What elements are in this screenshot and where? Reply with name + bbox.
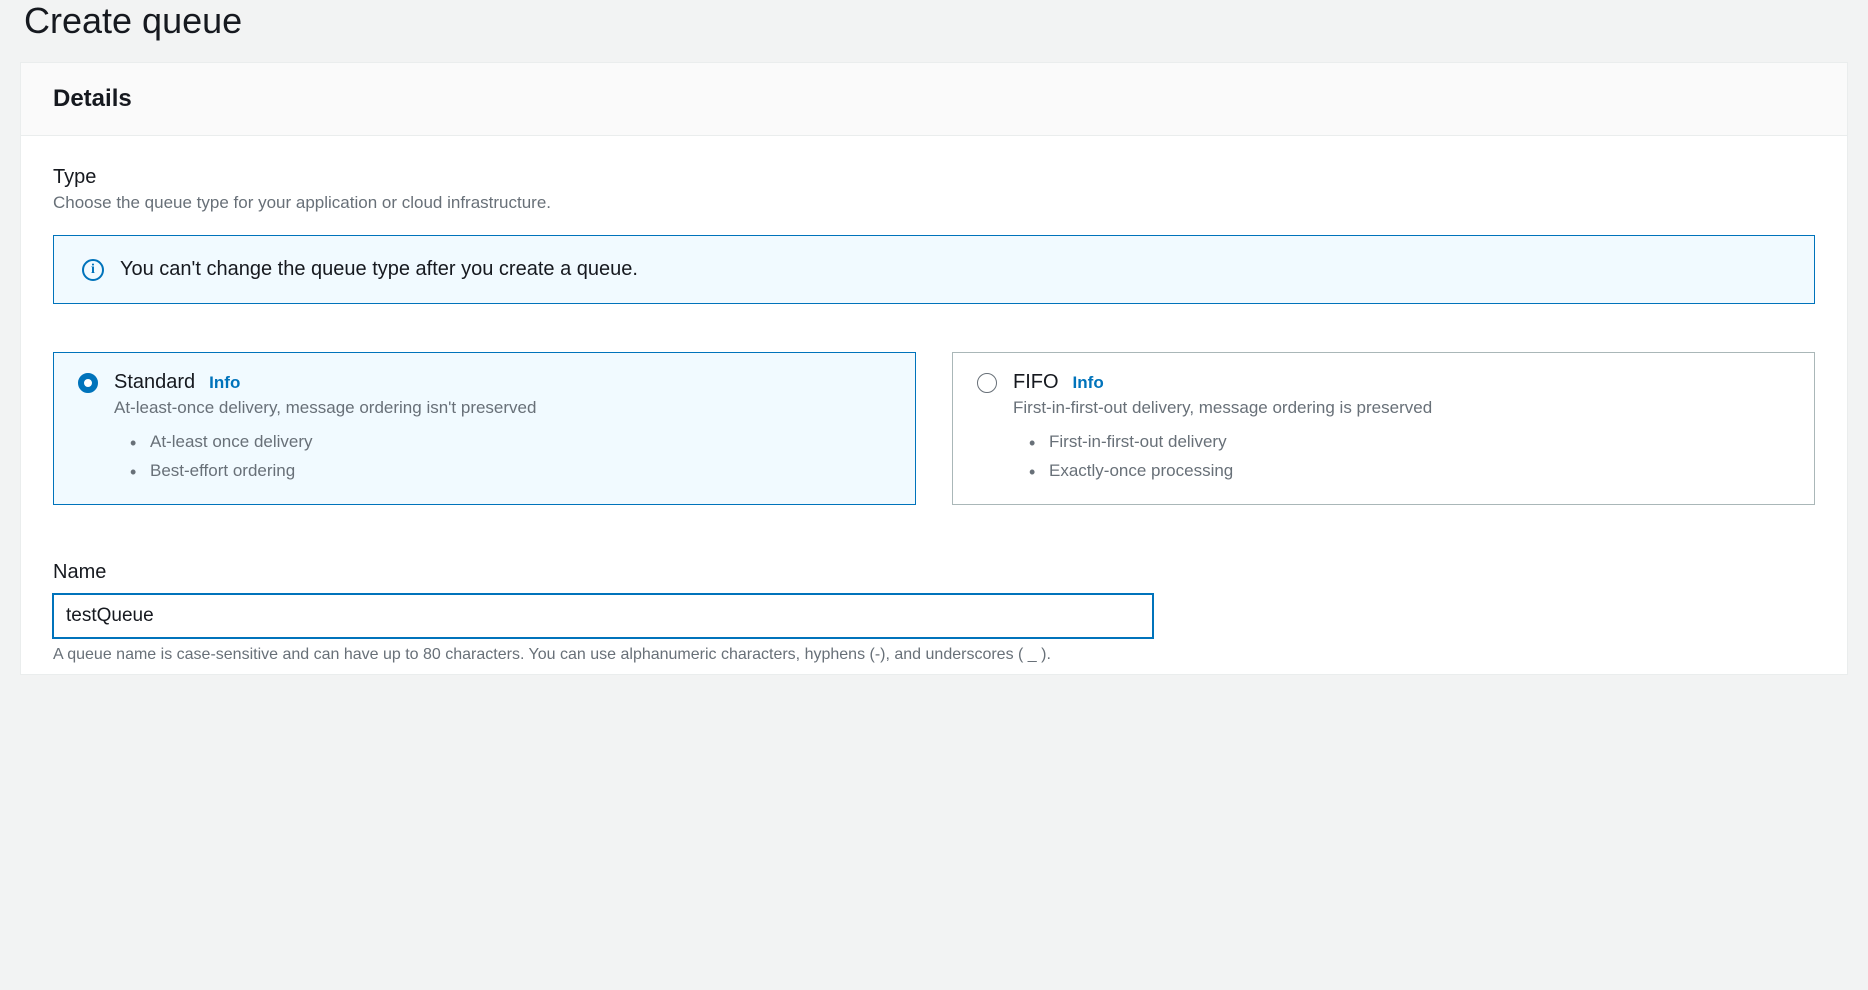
type-radio-group: Standard Info At-least-once delivery, me… [53,352,1815,505]
name-label: Name [53,561,1815,584]
type-banner-text: You can't change the queue type after yo… [120,258,638,281]
name-help-text: A queue name is case-sensitive and can h… [53,646,1815,664]
type-label: Type [53,166,1815,189]
radio-title-fifo: FIFO [1013,371,1059,394]
details-panel: Details Type Choose the queue type for y… [20,62,1848,675]
type-info-banner: i You can't change the queue type after … [53,235,1815,304]
radio-content-standard: Standard Info At-least-once delivery, me… [114,371,891,486]
info-link-fifo[interactable]: Info [1073,373,1104,393]
details-heading: Details [53,85,1815,113]
type-description: Choose the queue type for your applicati… [53,193,1815,213]
radio-card-fifo[interactable]: FIFO Info First-in-first-out delivery, m… [952,352,1815,505]
bullet-fifo-1: Exactly-once processing [1029,457,1790,486]
bullet-standard-1: Best-effort ordering [130,457,891,486]
radio-title-standard: Standard [114,371,195,394]
panel-header: Details [21,63,1847,136]
radio-content-fifo: FIFO Info First-in-first-out delivery, m… [1013,371,1790,486]
radio-dot-standard[interactable] [78,373,98,393]
page-title: Create queue [0,0,1868,62]
info-icon: i [82,259,104,281]
radio-subtitle-fifo: First-in-first-out delivery, message ord… [1013,398,1790,418]
bullet-standard-0: At-least once delivery [130,428,891,457]
panel-body: Type Choose the queue type for your appl… [21,136,1847,674]
info-link-standard[interactable]: Info [209,373,240,393]
queue-name-input[interactable] [53,594,1153,638]
bullet-fifo-0: First-in-first-out delivery [1029,428,1790,457]
radio-dot-fifo[interactable] [977,373,997,393]
radio-subtitle-standard: At-least-once delivery, message ordering… [114,398,891,418]
radio-card-standard[interactable]: Standard Info At-least-once delivery, me… [53,352,916,505]
